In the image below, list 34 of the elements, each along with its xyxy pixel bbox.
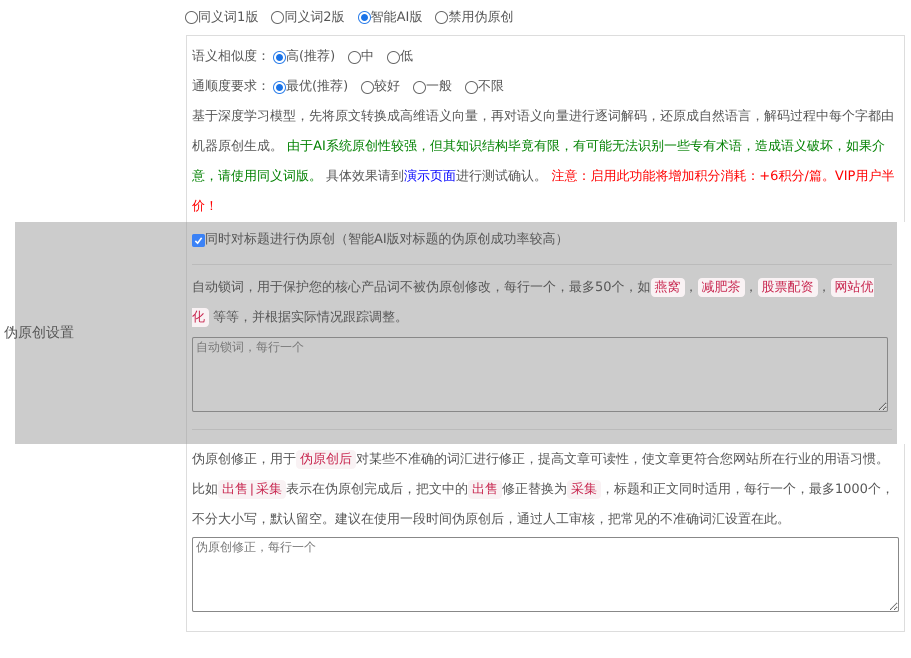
radio-option[interactable]: 最优(推荐) (273, 77, 348, 97)
radio-option[interactable]: 同义词1版 (185, 8, 258, 28)
radio-option[interactable]: 智能AI版 (358, 8, 422, 28)
lock-words-field[interactable]: 自动锁词，每行一个 (192, 337, 888, 412)
check-icon (194, 236, 203, 244)
description-text: 基于深度学习模型，先将原文转换成高维语义向量，再对语义向量进行逐词解码，还原成自然语言，解码过程中每个字都由机器原创生成。 由于AI系统原创性较强，但其知识结构毕竟有限，有可能无法识别一些专有术语，造成语义破坏，如果介意，请使用同义词版。 具体效果请到演示页面进行测试确认。 注意：启用此功能将增加积分消耗：+6积分/篇。VIP用户半价！ (192, 108, 896, 216)
radio-option[interactable]: 禁用伪原创 (435, 8, 514, 28)
demo-page-link[interactable]: 演示页面 (404, 169, 456, 184)
field-label: 通顺度要求： (192, 78, 270, 96)
checkbox[interactable] (192, 234, 205, 246)
radio-button[interactable] (435, 11, 448, 24)
radio-button[interactable] (273, 80, 286, 94)
radio-option[interactable]: 低 (387, 47, 414, 67)
title-option[interactable]: 同时对标题进行伪原创（智能AI版对标题的伪原创成功率较高） (192, 222, 892, 258)
field-label: 语义相似度： (192, 48, 270, 66)
radio-button[interactable] (348, 50, 362, 64)
radio-button[interactable] (185, 11, 198, 24)
radio-option[interactable]: 同义词2版 (271, 8, 345, 28)
radio-option[interactable]: 较好 (361, 77, 400, 97)
radio-option[interactable]: 不限 (465, 77, 504, 97)
radio-option[interactable]: 一般 (413, 77, 452, 97)
correction-field[interactable]: 伪原创修正，每行一个 (192, 537, 899, 612)
radio-button[interactable] (358, 11, 371, 24)
radio-button[interactable] (413, 80, 426, 94)
description-text: 伪原创修正，用于 伪原创后 对某些不准确的词汇进行修正，提高文章可读性，使文章更符合您网站所在行业的用语习惯。比如 出售|采集 表示在伪原创完成后，把文中的 出售 修正替换为 采集 ，标题和正文同时适用，每行一个，最多1000个，不分大小写，默认留空。建议在使用一段时间伪原创后，通过人工审核，把常见的不准确词汇设置在此。 (192, 449, 895, 529)
radio-button[interactable] (387, 50, 400, 64)
radio-button[interactable] (273, 50, 286, 64)
description-text: 自动锁词，用于保护您的核心产品词不被伪原创修改，每行一个，最多50个，如 燕窝 ， 减肥茶 ， 股票配资 ， 网站优化 等等，并根据实际情况跟踪调整。 (192, 277, 875, 329)
section-label: 伪原创设置 (4, 324, 74, 342)
radio-option[interactable]: 高(推荐) (273, 47, 336, 67)
radio-option[interactable]: 中 (348, 47, 374, 67)
radio-button[interactable] (271, 11, 284, 24)
radio-button[interactable] (465, 80, 478, 94)
radio-button[interactable] (361, 80, 374, 94)
